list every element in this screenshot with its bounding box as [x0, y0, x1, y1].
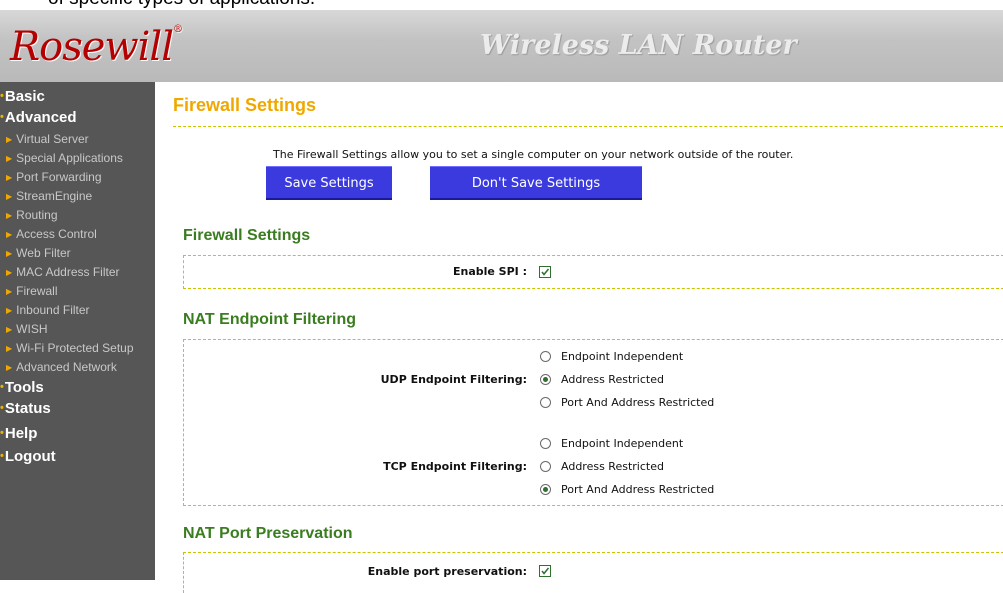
udp-endpoint-independent-radio[interactable] [540, 351, 551, 362]
tcp-option-address-restricted: Address Restricted [561, 460, 664, 473]
enable-spi-checkbox[interactable] [539, 266, 551, 278]
nav-help-label: Help [4, 425, 38, 442]
nav-logout[interactable]: •Logout [0, 448, 56, 465]
section-heading-port-preservation: NAT Port Preservation [183, 525, 353, 542]
arrow-icon: ▶ [6, 325, 13, 334]
document-text-strip: of specific types of applications. [0, 0, 1003, 10]
nav-sub-access-control[interactable]: ▶ Access Control [6, 227, 97, 241]
nav-sub-virtual-server[interactable]: ▶ Virtual Server [6, 132, 89, 146]
nav-basic-label: Basic [4, 88, 45, 105]
nav-logout-label: Logout [4, 448, 56, 465]
arrow-icon: ▶ [6, 211, 13, 220]
firewall-settings-box: Enable SPI : [183, 255, 1003, 289]
checkmark-icon [541, 268, 550, 276]
port-preservation-box: Enable port preservation: [183, 552, 1003, 593]
udp-filtering-label: UDP Endpoint Filtering: [380, 373, 527, 386]
section-heading-nat-filtering: NAT Endpoint Filtering [183, 311, 357, 328]
udp-address-restricted-radio[interactable] [540, 374, 551, 385]
nav-sub-firewall[interactable]: ▶ Firewall [6, 284, 58, 298]
header-banner: Rosewill® Wireless LAN Router [0, 10, 1003, 82]
dont-save-settings-button[interactable]: Don't Save Settings [430, 166, 642, 200]
arrow-icon: ▶ [6, 344, 13, 353]
spi-label: Enable SPI : [452, 265, 527, 278]
title-divider [173, 126, 1003, 127]
tcp-filtering-label: TCP Endpoint Filtering: [383, 460, 527, 473]
nav-advanced[interactable]: •Advanced [0, 109, 77, 126]
nav-tools-label: Tools [4, 379, 44, 396]
port-preservation-label: Enable port preservation: [367, 565, 527, 578]
arrow-icon: ▶ [6, 268, 13, 277]
banner-title: Wireless LAN Router [480, 30, 797, 61]
registered-mark: ® [173, 24, 183, 35]
nav-status-label: Status [4, 400, 51, 417]
page-description: The Firewall Settings allow you to set a… [273, 148, 794, 161]
arrow-icon: ▶ [6, 363, 13, 372]
brand-logo: Rosewill® [10, 24, 183, 70]
nat-filtering-box: Endpoint Independent UDP Endpoint Filter… [183, 339, 1003, 506]
document-text: of specific types of applications. [48, 0, 315, 10]
arrow-icon: ▶ [6, 192, 13, 201]
sidebar-nav: •Basic •Advanced ▶ Virtual Server ▶ Specia… [0, 82, 155, 580]
nav-sub-routing[interactable]: ▶ Routing [6, 208, 58, 222]
nav-basic[interactable]: •Basic [0, 88, 45, 105]
checkmark-icon [541, 567, 550, 575]
tcp-endpoint-independent-radio[interactable] [540, 438, 551, 449]
arrow-icon: ▶ [6, 154, 13, 163]
nav-sub-special-applications[interactable]: ▶ Special Applications [6, 151, 123, 165]
nav-sub-wifi-protected-setup[interactable]: ▶ Wi-Fi Protected Setup [6, 341, 134, 355]
nav-sub-mac-address-filter[interactable]: ▶ MAC Address Filter [6, 265, 120, 279]
udp-port-and-address-restricted-radio[interactable] [540, 397, 551, 408]
arrow-icon: ▶ [6, 306, 13, 315]
nav-sub-inbound-filter[interactable]: ▶ Inbound Filter [6, 303, 90, 317]
arrow-icon: ▶ [6, 135, 13, 144]
tcp-option-port-and-address-restricted: Port And Address Restricted [561, 483, 715, 496]
nav-sub-streamengine[interactable]: ▶ StreamEngine [6, 189, 92, 203]
nav-sub-port-forwarding[interactable]: ▶ Port Forwarding [6, 170, 102, 184]
arrow-icon: ▶ [6, 249, 13, 258]
arrow-icon: ▶ [6, 173, 13, 182]
save-settings-button[interactable]: Save Settings [266, 166, 392, 200]
nav-tools[interactable]: •Tools [0, 379, 44, 396]
nav-advanced-label: Advanced [4, 109, 77, 126]
nav-help[interactable]: •Help [0, 425, 37, 442]
enable-port-preservation-checkbox[interactable] [539, 565, 551, 577]
udp-option-endpoint-independent: Endpoint Independent [561, 350, 684, 363]
nav-status[interactable]: •Status [0, 400, 51, 417]
udp-option-address-restricted: Address Restricted [561, 373, 664, 386]
tcp-option-endpoint-independent: Endpoint Independent [561, 437, 684, 450]
main-content: Firewall Settings The Firewall Settings … [155, 82, 1003, 593]
arrow-icon: ▶ [6, 287, 13, 296]
page-title: Firewall Settings [173, 95, 317, 115]
nav-sub-web-filter[interactable]: ▶ Web Filter [6, 246, 71, 260]
arrow-icon: ▶ [6, 230, 13, 239]
nav-sub-wish[interactable]: ▶ WISH [6, 322, 48, 336]
tcp-port-and-address-restricted-radio[interactable] [540, 484, 551, 495]
section-heading-firewall: Firewall Settings [183, 227, 311, 244]
nav-sub-advanced-network[interactable]: ▶ Advanced Network [6, 360, 117, 374]
udp-option-port-and-address-restricted: Port And Address Restricted [561, 396, 715, 409]
tcp-address-restricted-radio[interactable] [540, 461, 551, 472]
